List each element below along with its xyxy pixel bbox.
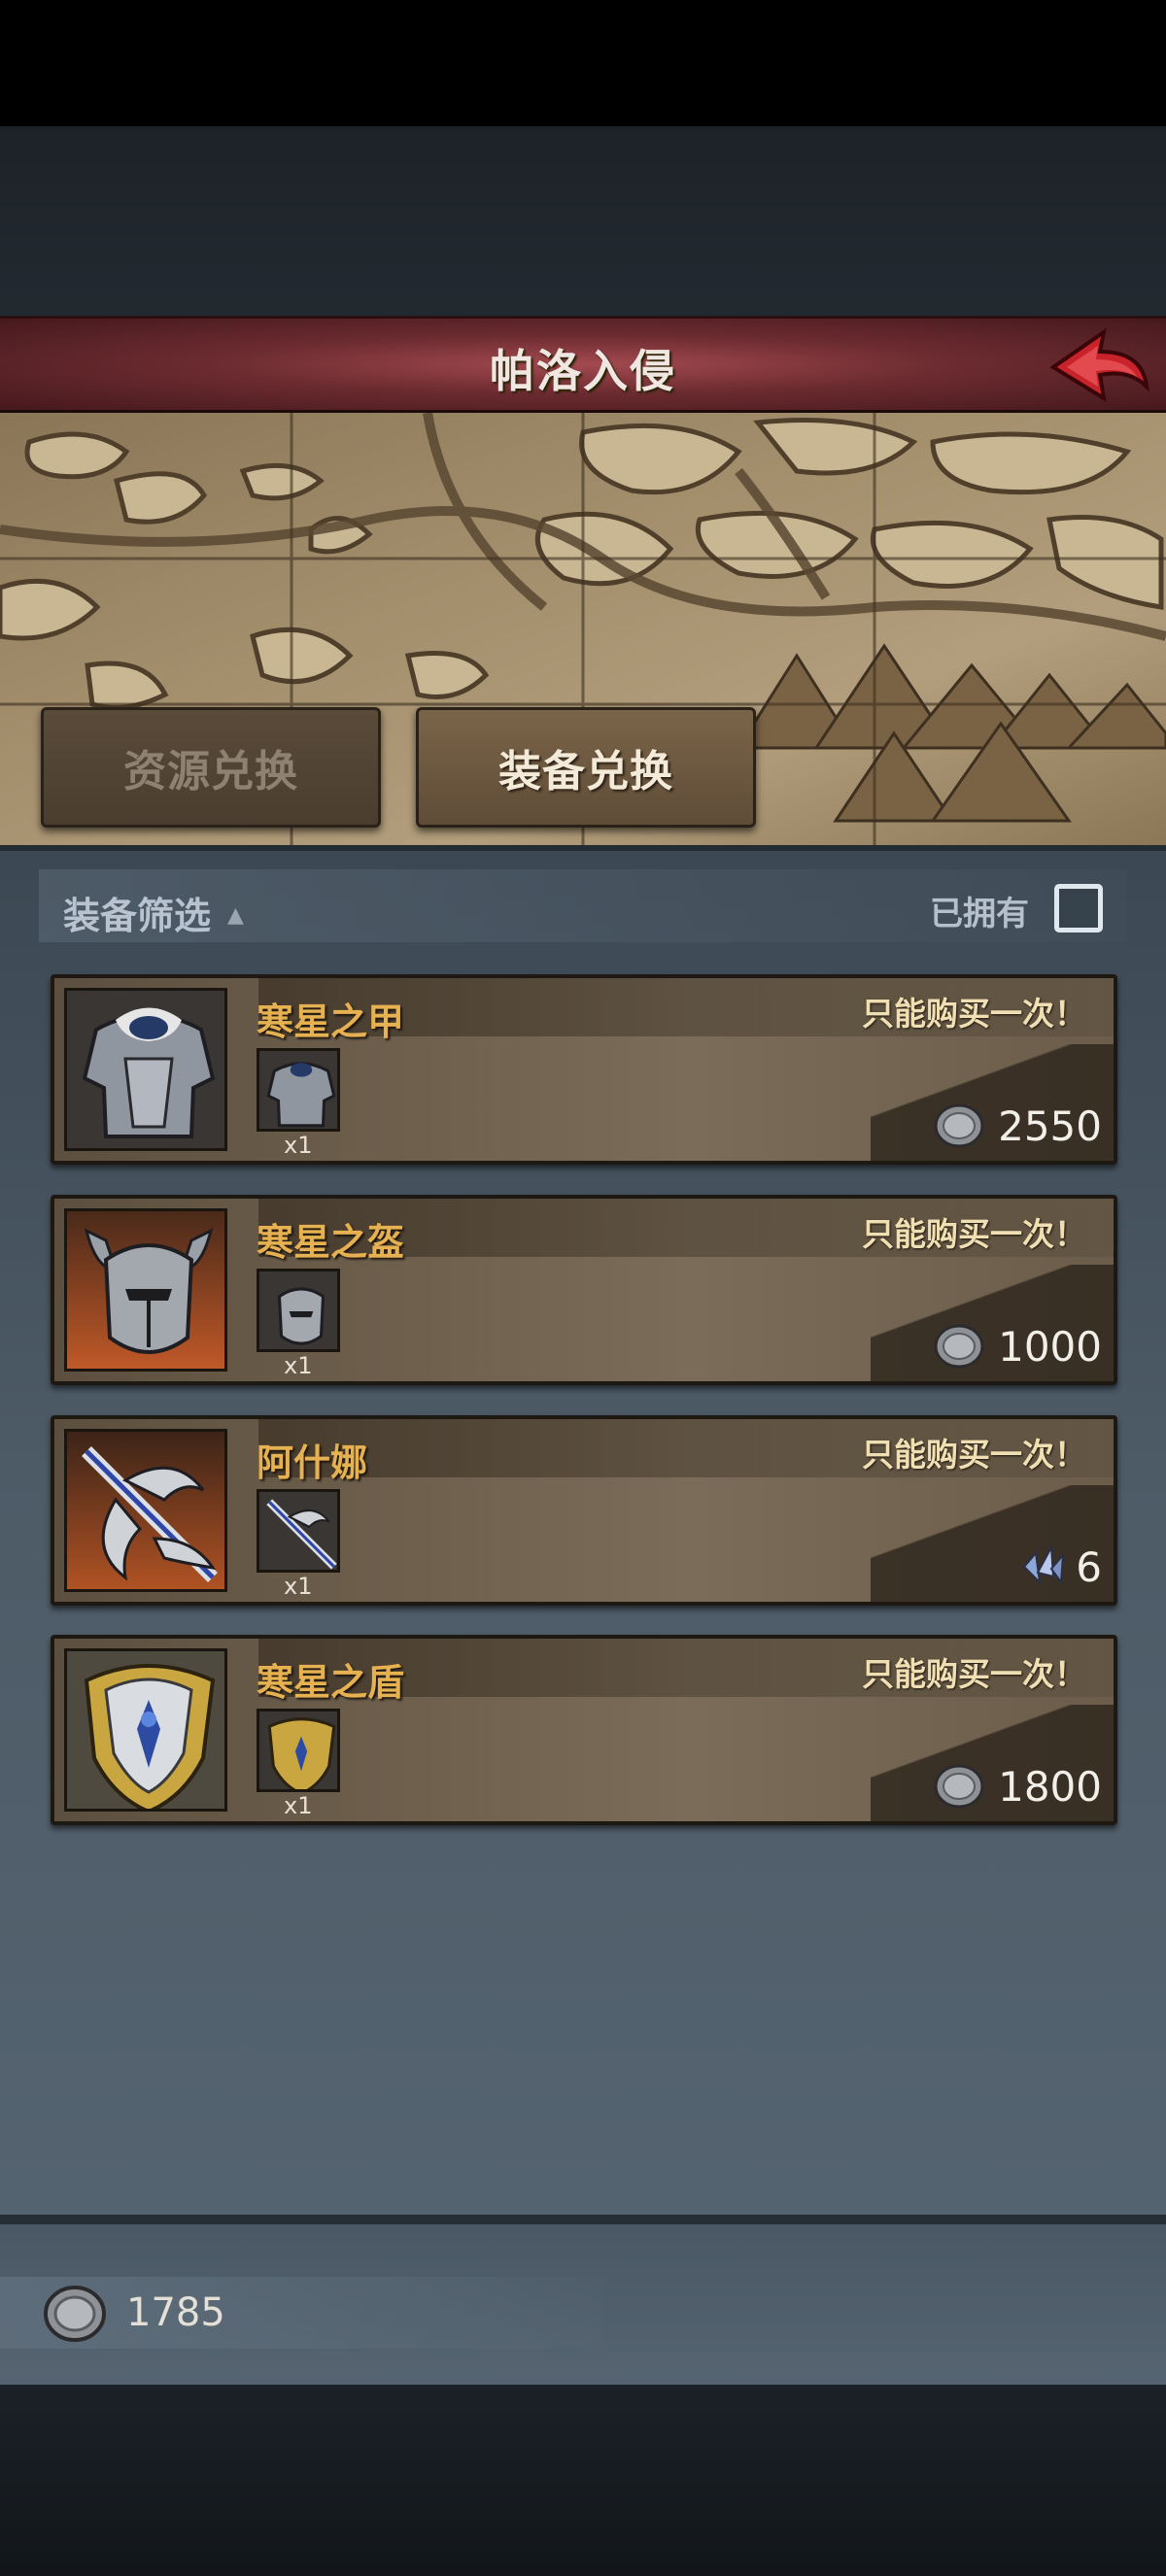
- equipment-filter-button[interactable]: 装备筛选: [63, 886, 211, 939]
- helmet-icon: [64, 1208, 227, 1372]
- item-quantity: x1: [284, 1573, 313, 1600]
- item-name: 寒星之盾: [257, 1661, 405, 1704]
- item-card[interactable]: 寒星之盾 只能购买一次！ x1 1800: [51, 1635, 1117, 1825]
- item-card[interactable]: 阿什娜 只能购买一次！ x1 6: [51, 1415, 1117, 1606]
- chest-armor-icon: [257, 1048, 340, 1132]
- owned-label: 已拥有: [930, 895, 1029, 933]
- bottom-backdrop: [0, 2385, 1166, 2576]
- title-bar: 帕洛入侵: [0, 316, 1166, 413]
- weapon-crest-icon: [64, 1429, 227, 1592]
- triangle-up-icon: ▲: [227, 903, 244, 928]
- item-card[interactable]: 寒星之盔 只能购买一次！ x1 1000: [51, 1195, 1117, 1385]
- crystal-shard-icon: [1022, 1543, 1065, 1585]
- silver-coin-icon: [44, 2286, 106, 2342]
- item-price: 1800: [998, 1763, 1102, 1811]
- back-arrow-icon: [1049, 327, 1149, 403]
- shield-icon: [257, 1709, 340, 1792]
- tab-label: 资源兑换: [123, 747, 298, 797]
- purchase-limit: 只能购买一次！: [862, 995, 1086, 1033]
- item-name: 阿什娜: [257, 1441, 368, 1484]
- item-quantity: x1: [284, 1352, 313, 1379]
- item-name: 寒星之甲: [257, 1000, 405, 1043]
- shield-icon: [64, 1648, 227, 1812]
- tab-label: 装备兑换: [498, 747, 673, 797]
- status-bar-area: [0, 0, 1166, 126]
- weapon-crest-icon: [257, 1489, 340, 1573]
- purchase-limit: 只能购买一次！: [862, 1655, 1086, 1693]
- item-price: 1000: [998, 1323, 1102, 1371]
- page-title: 帕洛入侵: [490, 345, 676, 397]
- item-price: 2550: [998, 1102, 1102, 1150]
- purchase-limit: 只能购买一次！: [862, 1215, 1086, 1253]
- item-name: 寒星之盔: [257, 1221, 405, 1264]
- purchase-limit: 只能购买一次！: [862, 1436, 1086, 1474]
- chest-armor-icon: [64, 988, 227, 1151]
- back-button[interactable]: [1046, 326, 1152, 408]
- item-quantity: x1: [284, 1792, 313, 1819]
- item-quantity: x1: [284, 1132, 313, 1159]
- item-card[interactable]: 寒星之甲 只能购买一次！ x1 2550: [51, 974, 1117, 1165]
- footer-divider: [0, 2215, 1166, 2224]
- silver-coin-icon: [934, 1324, 984, 1369]
- item-price: 6: [1076, 1543, 1102, 1591]
- currency-balance: 1785: [126, 2290, 225, 2335]
- owned-checkbox[interactable]: [1054, 884, 1103, 932]
- helmet-icon: [257, 1269, 340, 1352]
- tab-resource-exchange[interactable]: 资源兑换: [41, 707, 381, 828]
- tab-equipment-exchange[interactable]: 装备兑换: [416, 707, 756, 828]
- silver-coin-icon: [934, 1103, 984, 1148]
- top-backdrop: [0, 126, 1166, 316]
- silver-coin-icon: [934, 1764, 984, 1809]
